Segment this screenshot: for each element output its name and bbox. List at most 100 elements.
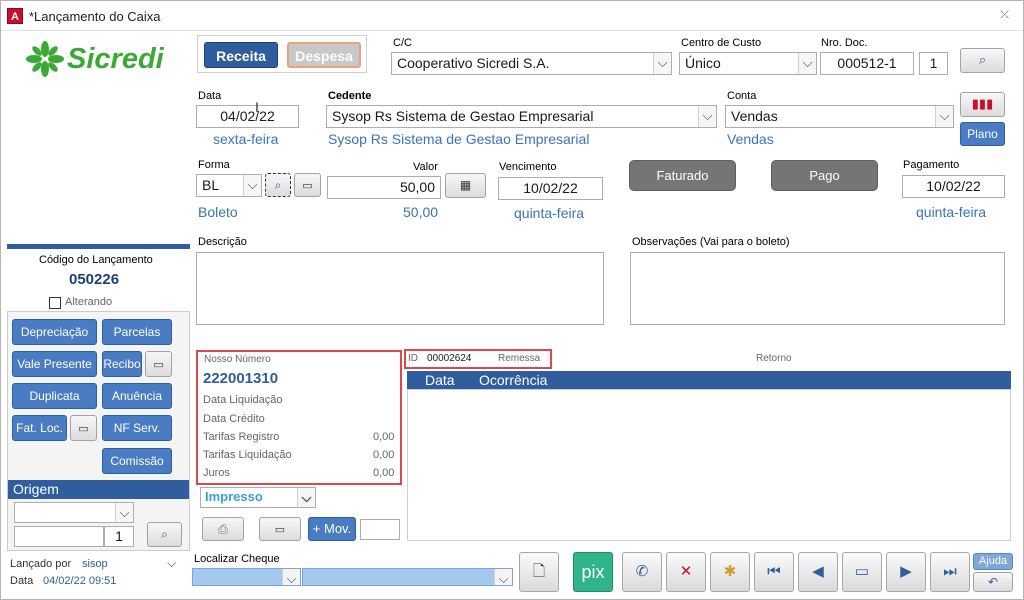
juros-value: 0,00: [373, 467, 395, 479]
fat-loc-card-button[interactable]: ▭: [70, 415, 97, 441]
origem-search-button[interactable]: ⌕: [147, 522, 182, 547]
recibo-button[interactable]: Recibo: [102, 351, 142, 377]
prev-icon: ◀: [812, 563, 824, 580]
pix-label: pix: [581, 562, 605, 582]
column-header-ocorrencia[interactable]: Ocorrência: [479, 372, 547, 388]
cc-select[interactable]: Cooperativo Sicredi S.A.: [391, 52, 672, 75]
prev-button[interactable]: ◀: [798, 552, 838, 592]
nrodoc-field[interactable]: 000512-1: [820, 52, 914, 75]
undo-button[interactable]: ↶: [973, 572, 1013, 592]
chevron-down-icon[interactable]: [297, 488, 315, 507]
chevron-down-icon[interactable]: [798, 53, 816, 74]
chevron-down-icon[interactable]: [494, 569, 512, 585]
chevron-down-icon[interactable]: [698, 106, 716, 127]
card-button[interactable]: ▭: [259, 517, 301, 541]
valor-sub: 50,00: [403, 204, 439, 220]
data-field[interactable]: 04/02/22: [196, 105, 299, 128]
duplicata-button[interactable]: Duplicata: [12, 383, 97, 409]
valor-label: Valor: [413, 161, 438, 173]
nf-serv-button[interactable]: NF Serv.: [102, 415, 172, 441]
origem-num-field[interactable]: 1: [104, 526, 134, 547]
forma-select[interactable]: BL: [196, 174, 262, 197]
depreciacao-button[interactable]: Depreciação: [12, 319, 97, 345]
credito-label: Data Crédito: [203, 413, 265, 425]
codigo-value: 050226: [69, 271, 120, 288]
chevron-down-icon[interactable]: [115, 503, 133, 522]
faturado-button[interactable]: Faturado: [629, 160, 736, 191]
origem-field[interactable]: [14, 526, 104, 547]
calculator-button[interactable]: ▦: [445, 173, 486, 198]
observacoes-label: Observações (Vai para o boleto): [632, 236, 790, 248]
comissao-button[interactable]: Comissão: [102, 448, 172, 474]
vale-presente-button[interactable]: Vale Presente: [12, 351, 97, 377]
column-header-data[interactable]: Data: [425, 372, 455, 388]
chevron-down-icon[interactable]: [935, 106, 953, 127]
ocorrencias-grid-header: Data Ocorrência: [407, 371, 1011, 389]
cheque-select-1[interactable]: [192, 568, 301, 586]
cheque-select-2[interactable]: [302, 568, 513, 586]
window: A *Lançamento do Caixa ⤫ Sicredi Receita…: [0, 0, 1024, 600]
valor-field[interactable]: 50,00: [327, 176, 441, 199]
plano-button[interactable]: Plano: [960, 122, 1005, 146]
close-icon[interactable]: ⤫: [1000, 9, 1009, 22]
chevron-down-icon[interactable]: [243, 175, 261, 196]
alterando-checkbox[interactable]: [49, 297, 61, 309]
delete-button[interactable]: ✕: [666, 552, 706, 592]
mov-button[interactable]: + Mov.: [308, 517, 356, 541]
next-button[interactable]: ▶: [886, 552, 926, 592]
sicredi-logo: Sicredi: [25, 41, 175, 79]
codigo-divider: [7, 244, 190, 249]
print-button[interactable]: ⎙: [202, 517, 244, 541]
pix-button[interactable]: pix: [573, 552, 613, 592]
origem-label: Origem: [13, 481, 59, 497]
new-button[interactable]: ✱: [710, 552, 750, 592]
card-icon: ▭: [78, 423, 89, 435]
pagamento-field[interactable]: 10/02/22: [902, 175, 1005, 198]
parcela-field[interactable]: 1: [919, 52, 948, 75]
remessa-label: Remessa: [498, 353, 541, 364]
ajuda-button[interactable]: Ajuda: [973, 553, 1013, 570]
cedente-select[interactable]: Sysop Rs Sistema de Gestao Empresarial: [326, 105, 717, 128]
card-icon: ▭: [302, 180, 313, 192]
origem-select[interactable]: [14, 502, 134, 523]
centro-select[interactable]: Único: [679, 52, 817, 75]
tarifas-registro-value: 0,00: [373, 431, 395, 443]
forma-sub: Boleto: [198, 204, 238, 220]
parcelas-button[interactable]: Parcelas: [102, 319, 172, 345]
forma-card-button[interactable]: ▭: [294, 173, 321, 197]
vencimento-field[interactable]: 10/02/22: [498, 177, 603, 200]
cc-value: Cooperativo Sicredi S.A.: [397, 55, 550, 71]
save-button[interactable]: ▭: [842, 552, 882, 592]
vencimento-weekday: quinta-feira: [514, 205, 585, 221]
centro-value: Único: [685, 55, 721, 71]
search-doc-button[interactable]: ⌕: [960, 48, 1005, 73]
conta-select[interactable]: Vendas: [725, 105, 954, 128]
fat-loc-button[interactable]: Fat. Loc.: [12, 415, 67, 441]
first-button[interactable]: ⏮: [754, 552, 794, 592]
phone-button[interactable]: ✆: [622, 552, 662, 592]
mov-field[interactable]: [360, 519, 400, 540]
chevron-down-icon[interactable]: [653, 53, 671, 74]
preview-button[interactable]: 🗋: [519, 552, 559, 592]
anuencia-button[interactable]: Anuência: [102, 383, 172, 409]
cedente-value: Sysop Rs Sistema de Gestao Empresarial: [332, 108, 594, 124]
nrodoc-label: Nro. Doc.: [821, 37, 868, 49]
chart-button[interactable]: ▮▮▮: [960, 92, 1005, 117]
title-bar: A *Lançamento do Caixa ⤫: [1, 1, 1023, 31]
pago-button[interactable]: Pago: [771, 160, 878, 191]
despesa-button[interactable]: Despesa: [287, 42, 361, 68]
chevron-down-icon[interactable]: [282, 569, 300, 585]
ocorrencias-grid[interactable]: [407, 389, 1011, 541]
bar-chart-icon: ▮▮▮: [971, 96, 994, 111]
last-button[interactable]: ⏭: [930, 552, 970, 592]
window-title: *Lançamento do Caixa: [29, 9, 161, 24]
recibo-card-button[interactable]: ▭: [145, 351, 172, 377]
forma-search-button[interactable]: ⌕: [265, 173, 291, 197]
receita-button[interactable]: Receita: [204, 42, 278, 68]
observacoes-textarea[interactable]: [630, 252, 1005, 325]
phone-icon: ✆: [635, 563, 649, 580]
lancado-dropdown[interactable]: ⌵: [167, 556, 176, 571]
descricao-textarea[interactable]: [196, 252, 604, 325]
centro-label: Centro de Custo: [681, 37, 762, 49]
impresso-select[interactable]: Impresso: [200, 487, 316, 508]
